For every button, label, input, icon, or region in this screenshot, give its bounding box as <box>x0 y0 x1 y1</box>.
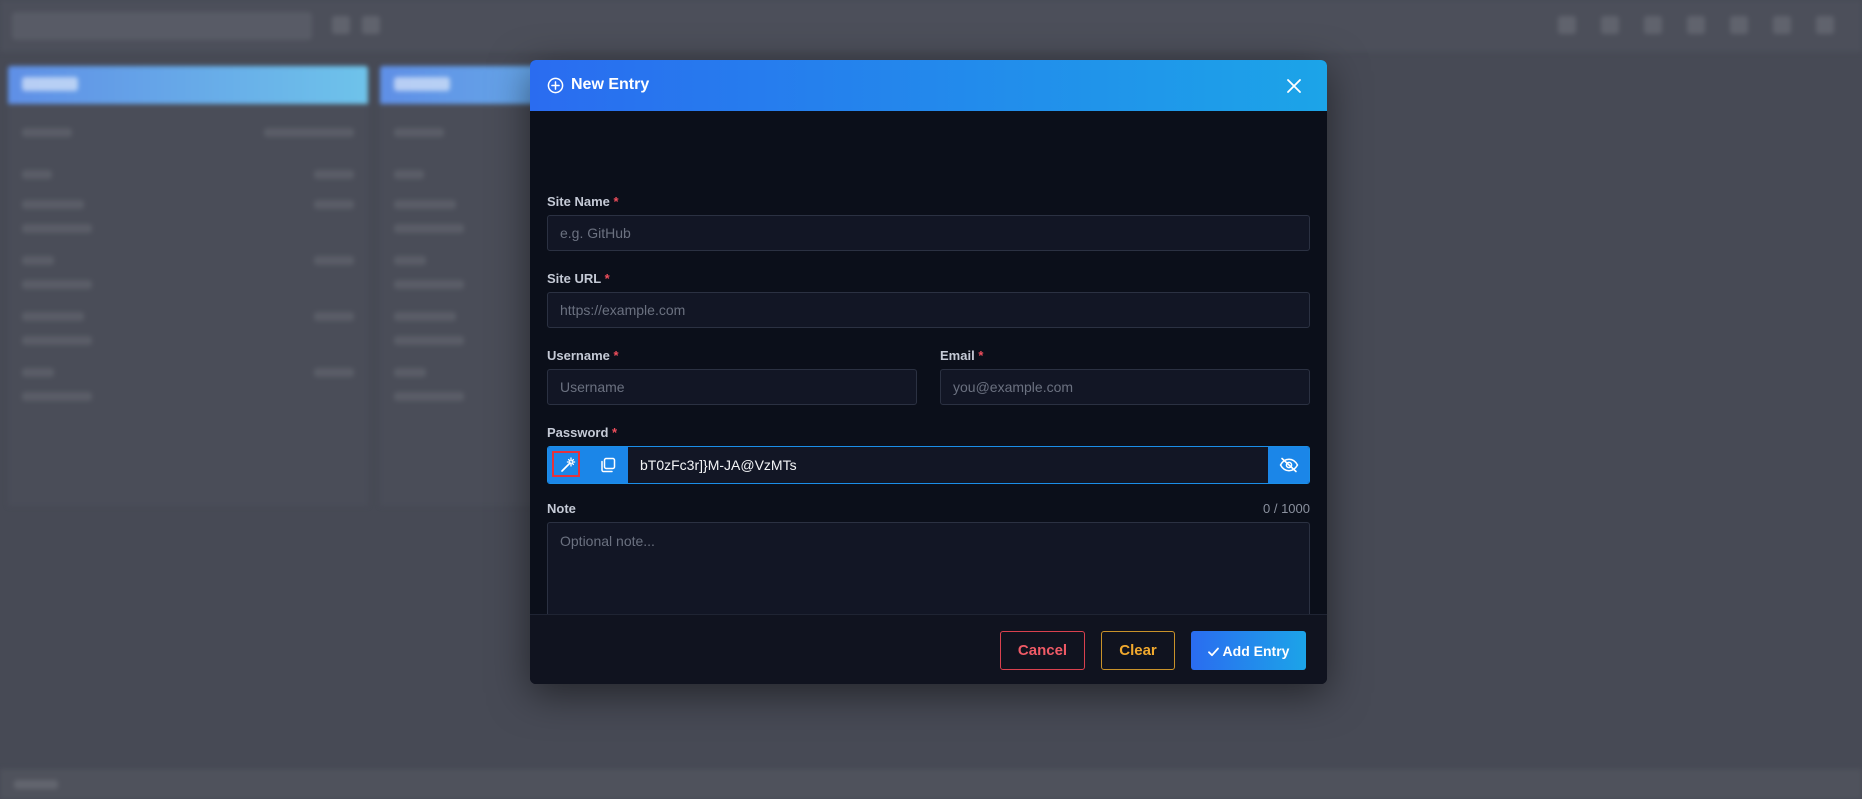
background-search <box>12 12 312 40</box>
background-row <box>22 392 92 401</box>
required-mark: * <box>612 425 618 440</box>
background-toolbar-icon <box>1773 16 1791 34</box>
background-row <box>264 128 354 137</box>
background-row <box>314 200 354 209</box>
note-character-counter: 0 / 1000 <box>1263 501 1310 516</box>
password-label-text: Password <box>547 425 609 440</box>
username-label-text: Username <box>547 348 610 363</box>
clear-button[interactable]: Clear <box>1101 631 1175 670</box>
email-label: Email * <box>940 348 983 363</box>
background-row <box>22 256 54 265</box>
site-url-label: Site URL * <box>547 271 610 286</box>
eye-off-icon <box>1279 457 1298 473</box>
username-input[interactable] <box>547 369 917 405</box>
background-row <box>394 170 424 179</box>
background-row <box>22 336 92 345</box>
close-icon <box>1287 79 1301 93</box>
background-toolbar-icon <box>1644 16 1662 34</box>
password-input[interactable] <box>628 447 1268 483</box>
background-row <box>394 392 464 401</box>
background-panel-title <box>394 77 450 91</box>
required-mark: * <box>613 194 619 209</box>
background-toolbar-icon <box>1816 16 1834 34</box>
password-label: Password * <box>547 425 617 440</box>
close-button[interactable] <box>1283 75 1305 97</box>
background-row <box>394 128 444 137</box>
site-name-label-text: Site Name <box>547 194 610 209</box>
dialog-title: New Entry <box>571 76 650 93</box>
site-name-label: Site Name * <box>547 194 619 209</box>
username-label: Username * <box>547 348 619 363</box>
copy-password-button[interactable] <box>588 447 628 483</box>
background-row <box>22 170 52 179</box>
background-toolbar-icon <box>362 16 380 34</box>
background-row <box>394 312 456 321</box>
background-row <box>314 256 354 265</box>
background-panel-header <box>8 66 368 104</box>
magic-wand-icon <box>561 457 576 472</box>
email-label-text: Email <box>940 348 975 363</box>
password-field-group <box>547 446 1310 484</box>
site-name-input[interactable] <box>547 215 1310 251</box>
background-status-text <box>14 780 58 789</box>
background-row <box>22 128 72 137</box>
copy-icon <box>601 457 616 473</box>
background-row <box>22 368 54 377</box>
email-input[interactable] <box>940 369 1310 405</box>
background-toolbar-icon <box>1730 16 1748 34</box>
add-entry-label: Add Entry <box>1222 642 1290 659</box>
background-row <box>394 200 456 209</box>
new-entry-dialog: New Entry Site Name * Site URL * Usernam… <box>530 60 1327 684</box>
background-row <box>314 170 354 179</box>
background-row <box>394 280 464 289</box>
check-icon <box>1207 647 1219 656</box>
background-toolbar-icon <box>1558 16 1576 34</box>
note-label: Note <box>547 501 576 516</box>
background-toolbar-icon <box>1601 16 1619 34</box>
site-url-input[interactable] <box>547 292 1310 328</box>
required-mark: * <box>978 348 984 363</box>
background-row <box>394 368 426 377</box>
background-row <box>22 224 92 233</box>
required-mark: * <box>604 271 610 286</box>
add-entry-button[interactable]: Add Entry <box>1191 631 1306 670</box>
note-label-text: Note <box>547 501 576 516</box>
background-row <box>22 312 84 321</box>
background-row <box>22 280 92 289</box>
background-row <box>394 256 426 265</box>
background-panel <box>8 66 368 506</box>
toggle-password-visibility-button[interactable] <box>1268 447 1309 483</box>
background-statusbar <box>0 769 1862 799</box>
background-toolbar-icon <box>1687 16 1705 34</box>
background-row <box>394 336 464 345</box>
plus-circle-icon <box>547 77 564 94</box>
required-mark: * <box>613 348 619 363</box>
background-row <box>22 200 84 209</box>
background-toolbar-icon <box>332 16 350 34</box>
cancel-button[interactable]: Cancel <box>1000 631 1085 670</box>
site-url-label-text: Site URL <box>547 271 601 286</box>
background-panel-title <box>22 77 78 91</box>
background-row <box>314 312 354 321</box>
background-row <box>394 224 464 233</box>
generate-password-button[interactable] <box>548 447 588 483</box>
dialog-header: New Entry <box>530 60 1327 111</box>
background-toolbar <box>0 0 1862 52</box>
dialog-footer: Cancel Clear Add Entry <box>530 614 1327 684</box>
background-row <box>314 368 354 377</box>
